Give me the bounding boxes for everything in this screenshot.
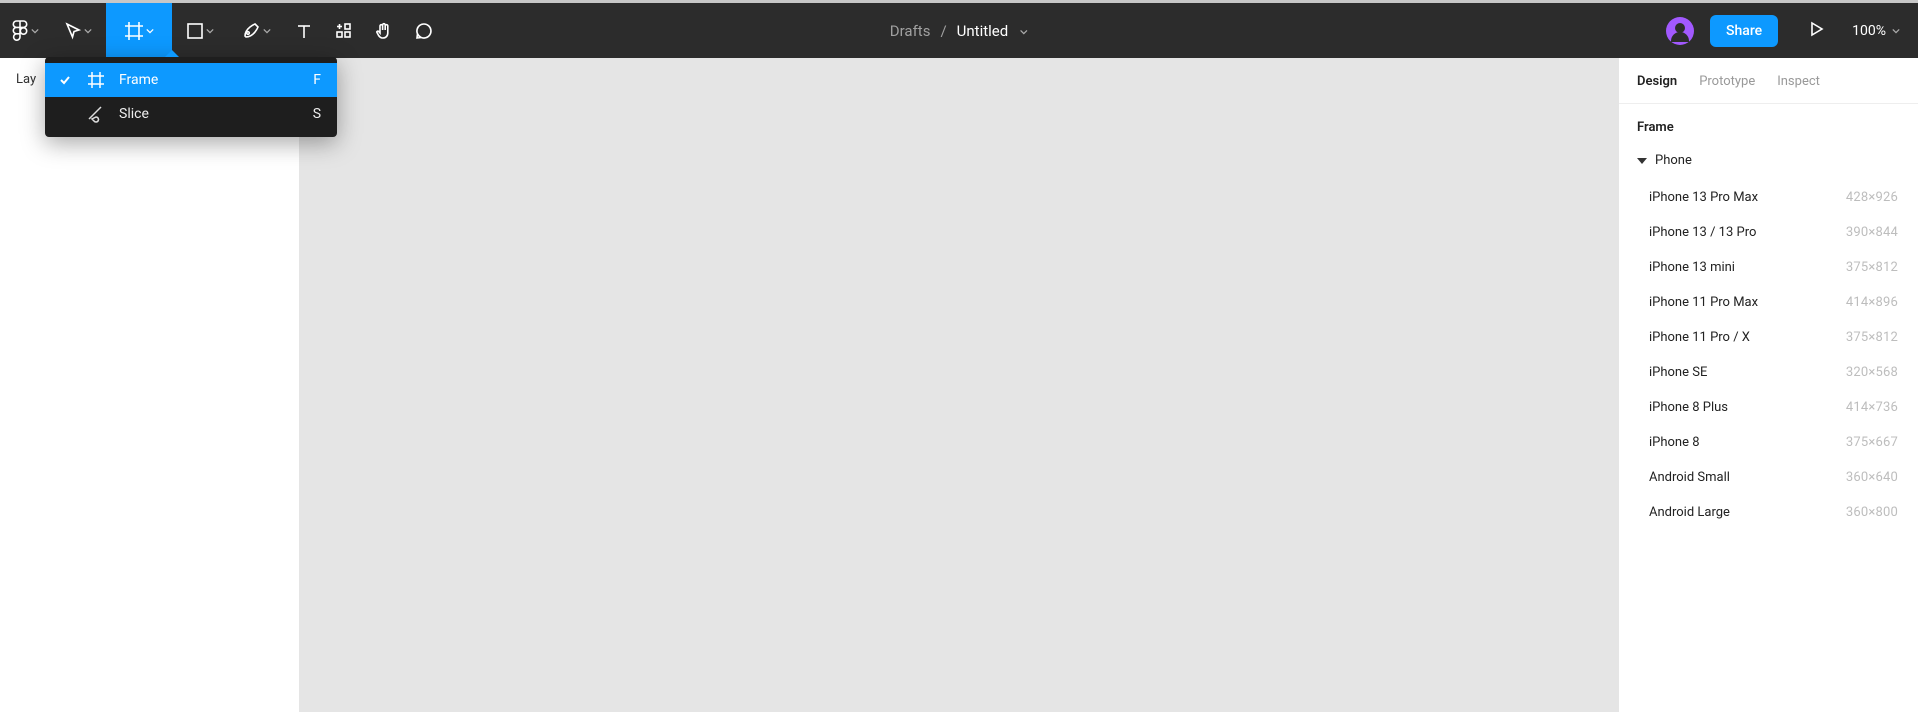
- frame-preset-row[interactable]: iPhone 8 375×667: [1619, 425, 1918, 460]
- preset-group-label: Phone: [1655, 153, 1692, 168]
- chevron-down-icon: [84, 27, 92, 35]
- comment-icon: [414, 21, 434, 41]
- main-menu-button[interactable]: [0, 3, 50, 58]
- tab-design[interactable]: Design: [1637, 74, 1677, 89]
- comment-tool-button[interactable]: [404, 3, 444, 58]
- tab-prototype[interactable]: Prototype: [1699, 74, 1755, 89]
- canvas[interactable]: [300, 58, 1618, 712]
- move-tool-button[interactable]: [50, 3, 106, 58]
- frame-preset-row[interactable]: iPhone 13 Pro Max 428×926: [1619, 180, 1918, 215]
- preset-dimensions: 320×568: [1846, 365, 1898, 380]
- hand-icon: [374, 21, 394, 41]
- check-icon: [57, 74, 73, 86]
- document-title[interactable]: Drafts / Untitled: [890, 22, 1028, 40]
- dropdown-item-label: Slice: [119, 106, 301, 122]
- frame-preset-row[interactable]: Android Small 360×640: [1619, 460, 1918, 495]
- preset-name: iPhone SE: [1649, 365, 1707, 380]
- preset-dimensions: 375×812: [1846, 260, 1898, 275]
- chevron-down-icon: [31, 27, 39, 35]
- toolbar: Drafts / Untitled Share 100%: [0, 3, 1918, 58]
- frame-preset-row[interactable]: iPhone 11 Pro / X 375×812: [1619, 320, 1918, 355]
- preset-name: iPhone 13 Pro Max: [1649, 190, 1758, 205]
- dropdown-item-slice[interactable]: Slice S: [45, 97, 337, 131]
- pen-tool-button[interactable]: [228, 3, 284, 58]
- tab-inspect[interactable]: Inspect: [1777, 74, 1820, 89]
- preset-dimensions: 375×667: [1846, 435, 1898, 450]
- preset-dimensions: 390×844: [1846, 225, 1898, 240]
- doc-location: Drafts: [890, 22, 931, 40]
- preset-dimensions: 414×896: [1846, 295, 1898, 310]
- preset-dimensions: 414×736: [1846, 400, 1898, 415]
- play-icon: [1808, 21, 1824, 41]
- main-area: Lay Design Prototype Inspect Frame Phone…: [0, 58, 1918, 712]
- frame-tool-dropdown: Frame F Slice S: [45, 57, 337, 137]
- share-button[interactable]: Share: [1710, 15, 1778, 47]
- preset-name: Android Small: [1649, 470, 1730, 485]
- preset-dimensions: 360×640: [1846, 470, 1898, 485]
- zoom-control[interactable]: 100%: [1846, 23, 1906, 39]
- frame-icon: [85, 71, 107, 89]
- frame-icon: [124, 21, 144, 41]
- dropdown-item-frame[interactable]: Frame F: [45, 63, 337, 97]
- text-icon: [295, 22, 313, 40]
- preset-dimensions: 375×812: [1846, 330, 1898, 345]
- right-panel: Design Prototype Inspect Frame Phone iPh…: [1618, 58, 1918, 712]
- preset-dimensions: 428×926: [1846, 190, 1898, 205]
- preset-name: Android Large: [1649, 505, 1730, 520]
- frame-preset-row[interactable]: iPhone 11 Pro Max 414×896: [1619, 285, 1918, 320]
- shape-tool-button[interactable]: [172, 3, 228, 58]
- frame-tool-button[interactable]: [106, 3, 172, 58]
- pen-icon: [241, 21, 261, 41]
- zoom-value: 100%: [1852, 23, 1886, 39]
- hand-tool-button[interactable]: [364, 3, 404, 58]
- dropdown-item-shortcut: S: [313, 106, 321, 122]
- frame-preset-row[interactable]: Android Large 360×800: [1619, 495, 1918, 530]
- right-panel-tabs: Design Prototype Inspect: [1619, 58, 1918, 104]
- figma-logo-icon: [11, 19, 29, 43]
- preset-name: iPhone 11 Pro Max: [1649, 295, 1758, 310]
- text-tool-button[interactable]: [284, 3, 324, 58]
- chevron-down-icon: [206, 27, 214, 35]
- frame-preset-row[interactable]: iPhone SE 320×568: [1619, 355, 1918, 390]
- frame-preset-row[interactable]: iPhone 13 mini 375×812: [1619, 250, 1918, 285]
- breadcrumb-separator: /: [940, 22, 946, 40]
- dropdown-item-shortcut: F: [313, 72, 321, 88]
- triangle-down-icon: [1637, 158, 1647, 164]
- present-button[interactable]: [1796, 21, 1836, 41]
- chevron-down-icon: [146, 27, 154, 35]
- doc-name: Untitled: [957, 22, 1009, 40]
- preset-name: iPhone 13 mini: [1649, 260, 1735, 275]
- slice-icon: [85, 104, 107, 124]
- frame-preset-row[interactable]: iPhone 8 Plus 414×736: [1619, 390, 1918, 425]
- cursor-icon: [64, 22, 82, 40]
- left-panel-tab-layers[interactable]: Lay: [16, 72, 36, 87]
- chevron-down-icon: [1892, 23, 1900, 39]
- preset-name: iPhone 11 Pro / X: [1649, 330, 1750, 345]
- resources-icon: [335, 22, 353, 40]
- preset-name: iPhone 13 / 13 Pro: [1649, 225, 1756, 240]
- frame-section-title: Frame: [1619, 104, 1918, 143]
- preset-name: iPhone 8: [1649, 435, 1700, 450]
- avatar[interactable]: [1666, 17, 1694, 45]
- preset-name: iPhone 8 Plus: [1649, 400, 1728, 415]
- resources-tool-button[interactable]: [324, 3, 364, 58]
- rectangle-icon: [186, 22, 204, 40]
- chevron-down-icon: [1020, 22, 1028, 40]
- left-panel: Lay: [0, 58, 300, 712]
- preset-dimensions: 360×800: [1846, 505, 1898, 520]
- dropdown-item-label: Frame: [119, 72, 301, 88]
- preset-group-phone[interactable]: Phone: [1619, 143, 1918, 178]
- frame-preset-row[interactable]: iPhone 13 / 13 Pro 390×844: [1619, 215, 1918, 250]
- chevron-down-icon: [263, 27, 271, 35]
- preset-list: iPhone 13 Pro Max 428×926 iPhone 13 / 13 P…: [1619, 178, 1918, 540]
